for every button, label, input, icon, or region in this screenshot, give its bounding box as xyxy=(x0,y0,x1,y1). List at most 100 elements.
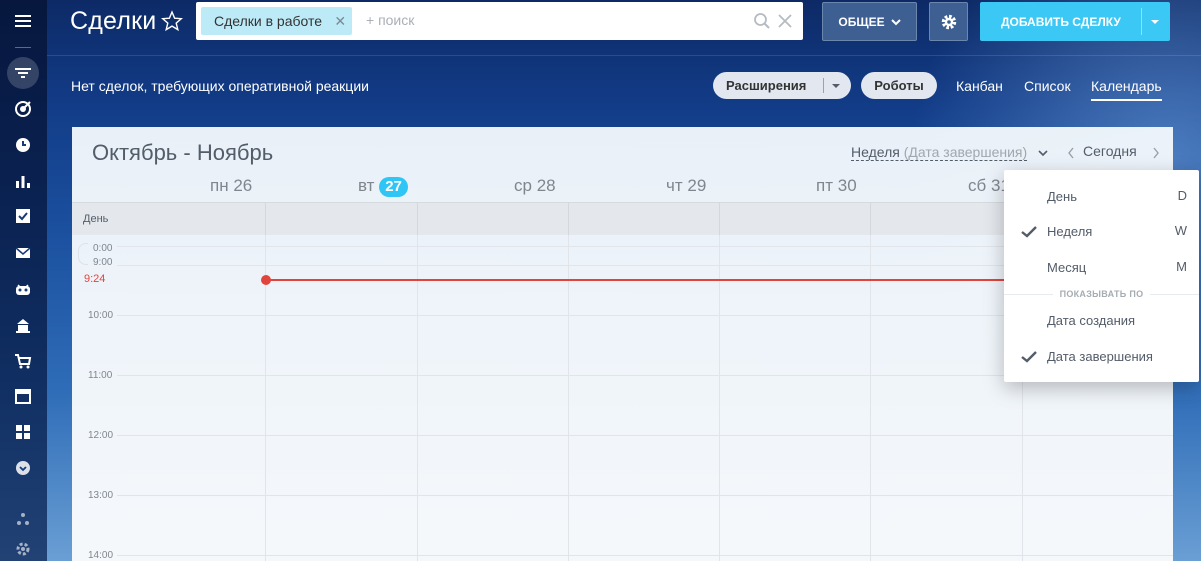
current-time-dot xyxy=(261,275,271,285)
add-deal-dropdown-icon[interactable] xyxy=(1150,17,1160,27)
crm-funnel-icon[interactable] xyxy=(7,57,39,89)
shortcut-hint: W xyxy=(1174,223,1187,238)
analytics-icon[interactable] xyxy=(12,170,34,192)
menu-item-label: Месяц xyxy=(1047,260,1087,275)
column-divider xyxy=(417,235,418,561)
weekday-label: пт xyxy=(816,176,833,195)
time-label: 11:00 xyxy=(88,370,113,381)
hour-line xyxy=(117,495,1173,496)
time-label: 12:00 xyxy=(88,430,114,441)
menu-section-label: ПОКАЗЫВАТЬ ПО xyxy=(1004,289,1199,299)
search-icon[interactable] xyxy=(753,12,771,30)
column-divider xyxy=(719,202,720,235)
column-divider xyxy=(265,202,266,235)
menu-icon[interactable] xyxy=(12,10,34,32)
checkmark-icon xyxy=(1021,226,1037,238)
cart-icon[interactable] xyxy=(12,350,34,372)
day-header-fri[interactable]: пт 30 xyxy=(816,176,857,196)
extensions-dropdown-icon[interactable] xyxy=(832,82,840,90)
day-header-tue[interactable]: вт 27 xyxy=(358,176,408,197)
shortcut-hint: D xyxy=(1177,188,1187,203)
prev-period-icon[interactable] xyxy=(1067,147,1075,159)
filter-tag[interactable]: Сделки в работе ✕ xyxy=(201,7,353,35)
time-label: 14:00 xyxy=(88,550,114,561)
all-day-label: День xyxy=(83,213,109,225)
column-divider xyxy=(870,202,871,235)
next-period-icon[interactable] xyxy=(1152,147,1160,159)
menu-item-month[interactable]: Месяц M xyxy=(1004,251,1199,283)
column-divider xyxy=(568,235,569,561)
tab-calendar[interactable]: Календарь xyxy=(1091,78,1162,101)
column-divider xyxy=(719,235,720,561)
date-label: 26 xyxy=(233,176,253,195)
shortcut-hint: M xyxy=(1176,259,1187,274)
page-title: Сделки xyxy=(70,7,157,35)
general-button-label: ОБЩЕЕ xyxy=(838,14,885,29)
hour-line xyxy=(117,555,1173,556)
remove-filter-icon[interactable]: ✕ xyxy=(334,7,346,35)
no-urgent-deals-text: Нет сделок, требующих оперативной реакци… xyxy=(71,78,369,94)
mail-icon[interactable] xyxy=(12,242,34,264)
view-mode-select[interactable]: Неделя (Дата завершения) xyxy=(851,144,1028,161)
general-button[interactable]: ОБЩЕЕ xyxy=(822,2,917,41)
structure-icon[interactable] xyxy=(12,508,34,530)
section-title: ПОКАЗЫВАТЬ ПО xyxy=(1052,289,1151,299)
collapsed-hours-handle[interactable] xyxy=(78,243,88,265)
filter-tag-label: Сделки в работе xyxy=(214,13,323,29)
search-input[interactable]: + поиск xyxy=(366,12,414,28)
clock-icon[interactable] xyxy=(12,134,34,156)
weekday-label: чт xyxy=(666,176,683,195)
menu-item-week[interactable]: Неделя W xyxy=(1004,215,1199,247)
tasks-icon[interactable] xyxy=(12,205,34,227)
checkmark-icon xyxy=(1021,351,1037,363)
extensions-button[interactable]: Расширения xyxy=(713,72,851,99)
column-divider xyxy=(870,235,871,561)
weekday-label: ср xyxy=(514,176,532,195)
extensions-label: Расширения xyxy=(726,78,807,93)
today-date-badge: 27 xyxy=(379,177,408,197)
column-divider xyxy=(417,202,418,235)
header-divider xyxy=(47,55,1201,56)
robot-icon[interactable] xyxy=(12,278,34,300)
robots-button[interactable]: Роботы xyxy=(861,72,937,99)
settings-gear-icon[interactable] xyxy=(12,538,34,560)
apps-grid-icon[interactable] xyxy=(12,421,34,443)
calendar-icon[interactable] xyxy=(12,385,34,407)
tab-list[interactable]: Список xyxy=(1024,78,1071,94)
more-chevron-icon[interactable] xyxy=(12,457,34,479)
day-header-wed[interactable]: ср 28 xyxy=(514,176,556,196)
date-label: 29 xyxy=(687,176,707,195)
current-time-label: 9:24 xyxy=(84,273,106,285)
time-label: 0:00 xyxy=(93,243,113,254)
day-header-mon[interactable]: пн 26 xyxy=(210,176,252,196)
target-icon[interactable] xyxy=(12,98,34,120)
column-divider xyxy=(568,202,569,235)
gear-icon xyxy=(941,14,956,29)
tab-kanban[interactable]: Канбан xyxy=(956,78,1003,94)
date-label: 28 xyxy=(536,176,556,195)
weekday-label: пн xyxy=(210,176,229,195)
weekday-label: сб xyxy=(968,176,987,195)
menu-item-close-date[interactable]: Дата завершения xyxy=(1004,340,1199,372)
time-label: 9:00 xyxy=(93,257,113,268)
time-label: 10:00 xyxy=(88,310,114,321)
view-mode-menu: День D Неделя W Месяц M ПОКАЗЫВАТЬ ПО Да… xyxy=(1004,170,1199,382)
store-icon[interactable] xyxy=(12,314,34,336)
search-filter-box[interactable]: Сделки в работе ✕ + поиск xyxy=(196,2,803,40)
add-deal-label: ДОБАВИТЬ СДЕЛКУ xyxy=(1001,15,1121,29)
left-sidebar xyxy=(0,0,47,561)
time-label: 13:00 xyxy=(88,490,114,501)
menu-item-created-date[interactable]: Дата создания xyxy=(1004,304,1199,336)
view-mode-label: Неделя xyxy=(851,144,900,160)
menu-item-day[interactable]: День D xyxy=(1004,180,1199,212)
menu-item-label: Дата завершения xyxy=(1047,349,1153,364)
star-icon[interactable] xyxy=(161,10,183,32)
add-deal-button[interactable]: ДОБАВИТЬ СДЕЛКУ xyxy=(980,2,1170,41)
settings-button[interactable] xyxy=(929,2,968,41)
today-button[interactable]: Сегодня xyxy=(1083,143,1137,159)
day-header-thu[interactable]: чт 29 xyxy=(666,176,706,196)
chevron-down-icon[interactable] xyxy=(1038,148,1048,158)
clear-search-icon[interactable] xyxy=(777,13,793,29)
current-time-line xyxy=(265,279,1005,281)
weekday-label: вт xyxy=(358,176,375,195)
